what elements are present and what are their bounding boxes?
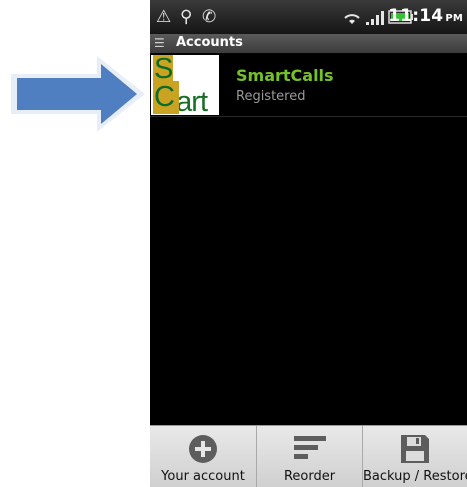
warning-icon: ⚠ <box>156 7 172 27</box>
status-bar: ⚠ ⚲ ✆ 11:14 PM <box>150 0 467 34</box>
backup-restore-button[interactable]: Backup / Restore <box>363 426 467 487</box>
account-status: Registered <box>236 89 306 104</box>
call-forward-icon: ✆ <box>202 7 217 27</box>
save-icon <box>401 435 429 463</box>
reorder-label: Reorder <box>283 469 336 484</box>
smartcalls-logo: Smart Calls <box>151 55 219 115</box>
signal-icon <box>366 11 384 25</box>
pointer-arrow-icon <box>11 56 145 132</box>
bottom-toolbar: Your account Reorder Backup / Restore <box>150 425 467 487</box>
wifi-icon <box>344 14 360 24</box>
phone-screen: ⚠ ⚲ ✆ 11:14PM ☰ Accounts Smart Calls Sma… <box>150 0 467 487</box>
add-icon <box>189 435 217 463</box>
clock-ampm: PM <box>445 13 463 24</box>
title-bar: ☰ Accounts <box>150 34 467 53</box>
your-account-label: Your account <box>161 469 245 484</box>
clock-time: 11:14 <box>388 6 444 26</box>
reorder-icon <box>293 436 326 459</box>
page-title: Accounts <box>176 35 243 50</box>
usb-icon: ⚲ <box>180 7 193 27</box>
accounts-icon: ☰ <box>154 36 165 50</box>
your-account-button[interactable]: Your account <box>150 426 257 487</box>
account-list-item[interactable]: Smart Calls SmartCalls Registered <box>150 54 467 117</box>
account-name: SmartCalls <box>236 66 334 85</box>
clock: 11:14 PM <box>388 6 463 26</box>
reorder-button[interactable]: Reorder <box>257 426 363 487</box>
backup-restore-label: Backup / Restore <box>363 469 467 484</box>
